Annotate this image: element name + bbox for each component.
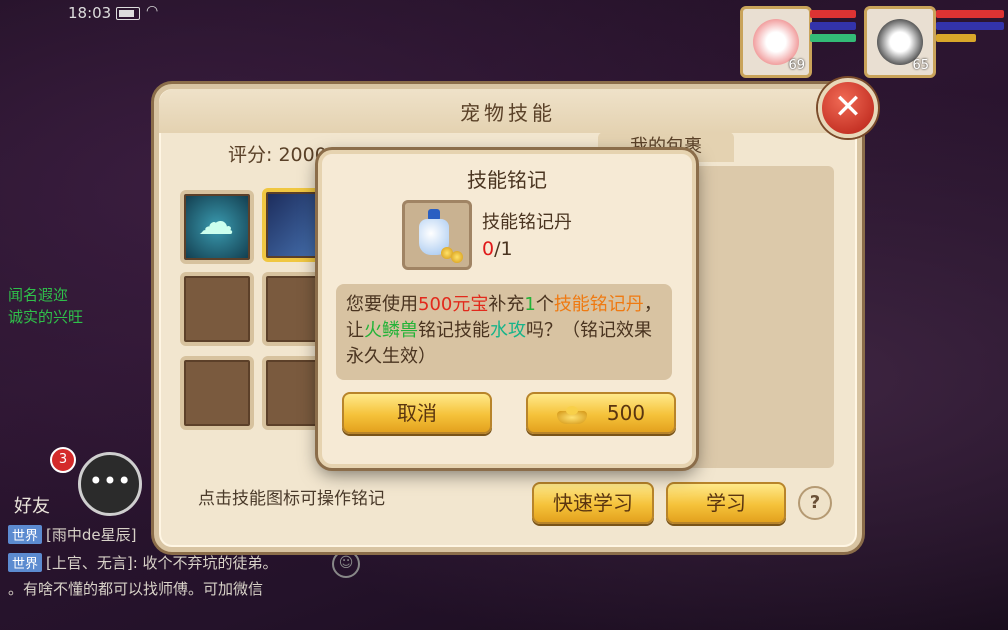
msg-pet: 火鳞兽 — [364, 320, 418, 341]
wifi-icon: ◠ — [146, 3, 159, 19]
item-count: 0/1 — [482, 238, 513, 260]
pet-portrait-1[interactable]: 69 — [740, 6, 812, 78]
help-icon[interactable]: ? — [798, 486, 832, 520]
hint-text: 点击技能图标可操作铭记 — [198, 489, 385, 509]
msg-text: 个 — [535, 294, 554, 315]
skill-slot-empty[interactable] — [180, 272, 254, 346]
panel-title: 宠物技能 — [460, 101, 556, 125]
friends-label[interactable]: 好友 — [14, 492, 50, 518]
battery-icon — [116, 7, 140, 20]
mp-bar — [936, 22, 1004, 30]
confirm-pay-button[interactable]: 500 — [526, 392, 676, 434]
msg-text: 您要使用 — [346, 294, 418, 315]
potion-item-icon[interactable] — [402, 200, 472, 270]
player-name[interactable]: 诚实的兴旺 — [8, 306, 83, 328]
chat-text: [雨中de星辰] — [46, 526, 137, 544]
chat-message: 。有啥不懂的都可以找师傅。可加微信 — [8, 578, 263, 599]
skill-inscribe-dialog: 技能铭记 技能铭记丹 0/1 您要使用500元宝补充1个技能铭记丹，让火鳞兽铭记… — [318, 150, 696, 468]
panel-header: 宠物技能 — [159, 89, 857, 133]
item-name: 技能铭记丹 — [482, 212, 572, 233]
channel-tag: 世界 — [8, 553, 43, 572]
learn-button[interactable]: 学习 — [666, 482, 786, 524]
exp-bar — [936, 34, 976, 42]
chat-message: 世界 [雨中de星辰] — [8, 524, 136, 545]
cancel-button[interactable]: 取消 — [342, 392, 492, 434]
quick-learn-button[interactable]: 快速学习 — [532, 482, 654, 524]
notification-badge: 3 — [50, 447, 76, 473]
pet-portrait-2[interactable]: 65 — [864, 6, 936, 78]
chat-text: 。有啥不懂的都可以找师傅。可加微信 — [8, 580, 264, 598]
gold-ingot-icon — [556, 405, 587, 424]
chat-bubble-icon[interactable]: ••• — [78, 452, 142, 516]
channel-tag: 世界 — [8, 525, 43, 544]
skill-slot-empty[interactable] — [180, 356, 254, 430]
chat-message: 世界 [上官、无言]: 收个不弃坑的徒弟。 — [8, 552, 278, 573]
pet-level: 65 — [912, 58, 929, 73]
pet-level: 69 — [788, 58, 805, 73]
dialog-title: 技能铭记 — [467, 168, 547, 192]
item-have: 0 — [482, 238, 495, 260]
status-time: 18:03 — [68, 4, 112, 22]
emoji-icon[interactable]: ☺ — [332, 550, 360, 578]
confirm-amount: 500 — [606, 401, 646, 425]
coin-icon — [451, 251, 463, 263]
nearby-names: 闻名遐迩 诚实的兴旺 — [8, 284, 83, 328]
skill-slot-1[interactable]: ☁ — [180, 190, 254, 264]
confirm-message: 您要使用500元宝补充1个技能铭记丹，让火鳞兽铭记技能水攻吗？（铭记效果永久生效… — [346, 292, 668, 370]
score-label: 评分: 2000 — [228, 144, 327, 166]
chat-text: [上官、无言]: 收个不弃坑的徒弟。 — [46, 554, 278, 572]
hp-bar — [810, 10, 856, 18]
msg-count: 1 — [524, 294, 536, 315]
ghost-skill-icon: ☁ — [198, 202, 234, 243]
msg-skill: 水攻 — [490, 320, 526, 341]
msg-text: 补充 — [488, 294, 525, 315]
msg-text: 铭记技能 — [418, 320, 490, 341]
close-icon: ✕ — [833, 87, 863, 127]
item-need: /1 — [494, 238, 513, 260]
close-button[interactable]: ✕ — [818, 78, 878, 138]
mp-bar — [810, 22, 856, 30]
msg-item: 技能铭记丹 — [553, 294, 644, 315]
player-title: 闻名遐迩 — [8, 286, 69, 304]
hp-bar — [936, 10, 1004, 18]
exp-bar — [810, 34, 856, 42]
status-bar: 18:03 ◠ — [0, 0, 180, 26]
msg-cost: 500元宝 — [418, 294, 489, 315]
confirm-message-box: 您要使用500元宝补充1个技能铭记丹，让火鳞兽铭记技能水攻吗？（铭记效果永久生效… — [336, 284, 672, 380]
